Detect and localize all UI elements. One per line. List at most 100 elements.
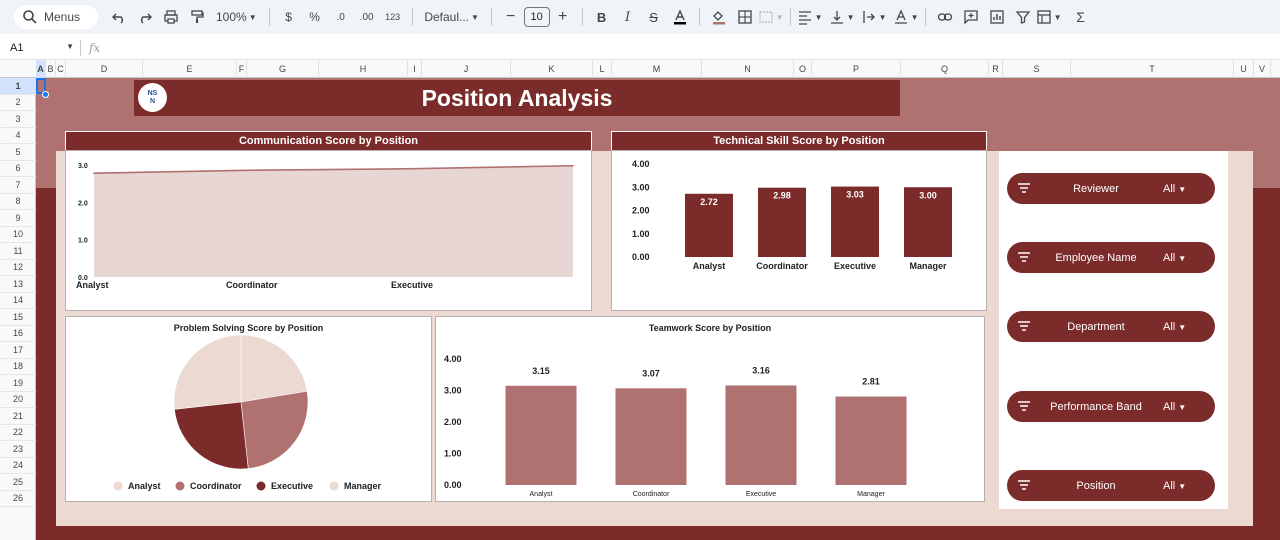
text-wrapping-button[interactable]: ▼ bbox=[861, 5, 887, 29]
menus-search[interactable]: Menus bbox=[14, 5, 98, 29]
percent-button[interactable]: % bbox=[302, 5, 328, 29]
row-header-23[interactable]: 23 bbox=[0, 441, 36, 458]
column-header-s[interactable]: S bbox=[1003, 60, 1071, 78]
slicer-employee-name[interactable]: Employee Name All ▼ bbox=[1007, 242, 1215, 273]
currency-button[interactable]: $ bbox=[276, 5, 302, 29]
row-header-25[interactable]: 25 bbox=[0, 474, 36, 491]
row-header-15[interactable]: 15 bbox=[0, 309, 36, 326]
insert-chart-button[interactable] bbox=[984, 5, 1010, 29]
teamwork-data-label: 3.07 bbox=[642, 368, 660, 378]
column-header-b[interactable]: B bbox=[46, 60, 56, 78]
column-header-k[interactable]: K bbox=[511, 60, 593, 78]
paint-format-button[interactable] bbox=[184, 5, 210, 29]
undo-button[interactable] bbox=[106, 5, 132, 29]
font-size-input[interactable]: 10 bbox=[523, 7, 550, 27]
font-size-decrease-button[interactable]: − bbox=[498, 5, 524, 29]
column-header-l[interactable]: L bbox=[593, 60, 612, 78]
text-rotation-button[interactable]: ▼ bbox=[893, 5, 919, 29]
horizontal-align-button[interactable]: ▼ bbox=[797, 5, 823, 29]
filter-button[interactable] bbox=[1010, 5, 1036, 29]
column-header-j[interactable]: J bbox=[422, 60, 511, 78]
divider bbox=[268, 8, 270, 26]
row-header-24[interactable]: 24 bbox=[0, 458, 36, 474]
column-header-h[interactable]: H bbox=[319, 60, 408, 78]
teamwork-chart[interactable]: Teamwork Score by Position 0.00 1.00 2.00 3… bbox=[435, 316, 985, 502]
problem-solving-chart[interactable]: Problem Solving Score by Position Analys… bbox=[65, 316, 432, 502]
redo-button[interactable] bbox=[132, 5, 158, 29]
column-header-v[interactable]: V bbox=[1254, 60, 1271, 78]
row-header-17[interactable]: 17 bbox=[0, 342, 36, 359]
row-header-9[interactable]: 9 bbox=[0, 210, 36, 227]
slicer-reviewer[interactable]: Reviewer All ▼ bbox=[1007, 173, 1215, 204]
fill-color-button[interactable] bbox=[706, 5, 732, 29]
row-header-10[interactable]: 10 bbox=[0, 227, 36, 243]
row-header-1[interactable]: 1 bbox=[0, 78, 36, 95]
row-header-14[interactable]: 14 bbox=[0, 293, 36, 309]
borders-button[interactable] bbox=[732, 5, 758, 29]
slicer-performance-band[interactable]: Performance Band All ▼ bbox=[1007, 391, 1215, 422]
row-header-19[interactable]: 19 bbox=[0, 375, 36, 392]
zoom-select[interactable]: 100% ▼ bbox=[210, 5, 263, 29]
number-format-button[interactable]: 123 bbox=[380, 5, 406, 29]
text-color-button[interactable] bbox=[667, 5, 693, 29]
technical-x-tick: Executive bbox=[834, 261, 876, 271]
row-header-2[interactable]: 2 bbox=[0, 95, 36, 111]
align-left-icon bbox=[798, 11, 811, 25]
row-header-6[interactable]: 6 bbox=[0, 161, 36, 177]
slicer-department[interactable]: Department All ▼ bbox=[1007, 311, 1215, 342]
column-header-t[interactable]: T bbox=[1071, 60, 1234, 78]
chevron-down-icon: ▼ bbox=[910, 12, 919, 22]
decrease-decimal-button[interactable]: .0 bbox=[328, 5, 354, 29]
column-header-n[interactable]: N bbox=[702, 60, 794, 78]
font-select[interactable]: Defaul... ▼ bbox=[419, 5, 485, 29]
insert-comment-button[interactable] bbox=[958, 5, 984, 29]
column-header-d[interactable]: D bbox=[66, 60, 143, 78]
communication-chart[interactable]: 0.0 1.0 2.0 3.0 Analyst Coordinator Executive bbox=[65, 150, 592, 311]
column-header-a[interactable]: A bbox=[36, 60, 46, 78]
name-box[interactable]: A1 ▼ bbox=[0, 42, 80, 54]
column-header-q[interactable]: Q bbox=[901, 60, 989, 78]
column-header-r[interactable]: R bbox=[989, 60, 1003, 78]
vertical-align-button[interactable]: ▼ bbox=[829, 5, 855, 29]
column-header-m[interactable]: M bbox=[612, 60, 702, 78]
row-header-26[interactable]: 26 bbox=[0, 491, 36, 507]
row-header-22[interactable]: 22 bbox=[0, 425, 36, 441]
row-header-3[interactable]: 3 bbox=[0, 111, 36, 128]
row-header-20[interactable]: 20 bbox=[0, 392, 36, 408]
row-header-18[interactable]: 18 bbox=[0, 359, 36, 375]
column-header-e[interactable]: E bbox=[143, 60, 237, 78]
merge-cells-button[interactable]: ▼ bbox=[758, 5, 784, 29]
functions-button[interactable]: Σ bbox=[1068, 5, 1094, 29]
strikethrough-button[interactable]: S bbox=[641, 5, 667, 29]
italic-button[interactable]: I bbox=[615, 5, 641, 29]
font-size-increase-button[interactable]: + bbox=[550, 5, 576, 29]
row-header-4[interactable]: 4 bbox=[0, 128, 36, 144]
slicer-label: Position bbox=[1076, 479, 1116, 492]
row-header-11[interactable]: 11 bbox=[0, 243, 36, 260]
row-header-8[interactable]: 8 bbox=[0, 194, 36, 210]
legend-swatch bbox=[329, 481, 339, 491]
formula-input[interactable] bbox=[100, 38, 1280, 58]
zoom-value: 100% bbox=[216, 10, 247, 24]
column-header-f[interactable]: F bbox=[237, 60, 247, 78]
print-button[interactable] bbox=[158, 5, 184, 29]
column-header-u[interactable]: U bbox=[1234, 60, 1254, 78]
row-header-12[interactable]: 12 bbox=[0, 260, 36, 276]
insert-link-button[interactable] bbox=[932, 5, 958, 29]
increase-decimal-button[interactable]: .00 bbox=[354, 5, 380, 29]
row-header-7[interactable]: 7 bbox=[0, 177, 36, 194]
column-header-c[interactable]: C bbox=[56, 60, 66, 78]
row-header-13[interactable]: 13 bbox=[0, 276, 36, 293]
slicer-position[interactable]: Position All ▼ bbox=[1007, 470, 1215, 501]
row-header-21[interactable]: 21 bbox=[0, 408, 36, 425]
fill-handle[interactable] bbox=[42, 91, 49, 98]
column-header-i[interactable]: I bbox=[408, 60, 422, 78]
bold-button[interactable]: B bbox=[589, 5, 615, 29]
column-header-g[interactable]: G bbox=[247, 60, 319, 78]
column-header-o[interactable]: O bbox=[794, 60, 812, 78]
column-header-p[interactable]: P bbox=[812, 60, 901, 78]
row-header-5[interactable]: 5 bbox=[0, 144, 36, 161]
filter-views-button[interactable]: ▼ bbox=[1036, 5, 1062, 29]
row-header-16[interactable]: 16 bbox=[0, 326, 36, 342]
technical-chart[interactable]: 0.00 1.00 2.00 3.00 4.00 2.72 Analyst 2.98 Coord… bbox=[611, 150, 987, 311]
